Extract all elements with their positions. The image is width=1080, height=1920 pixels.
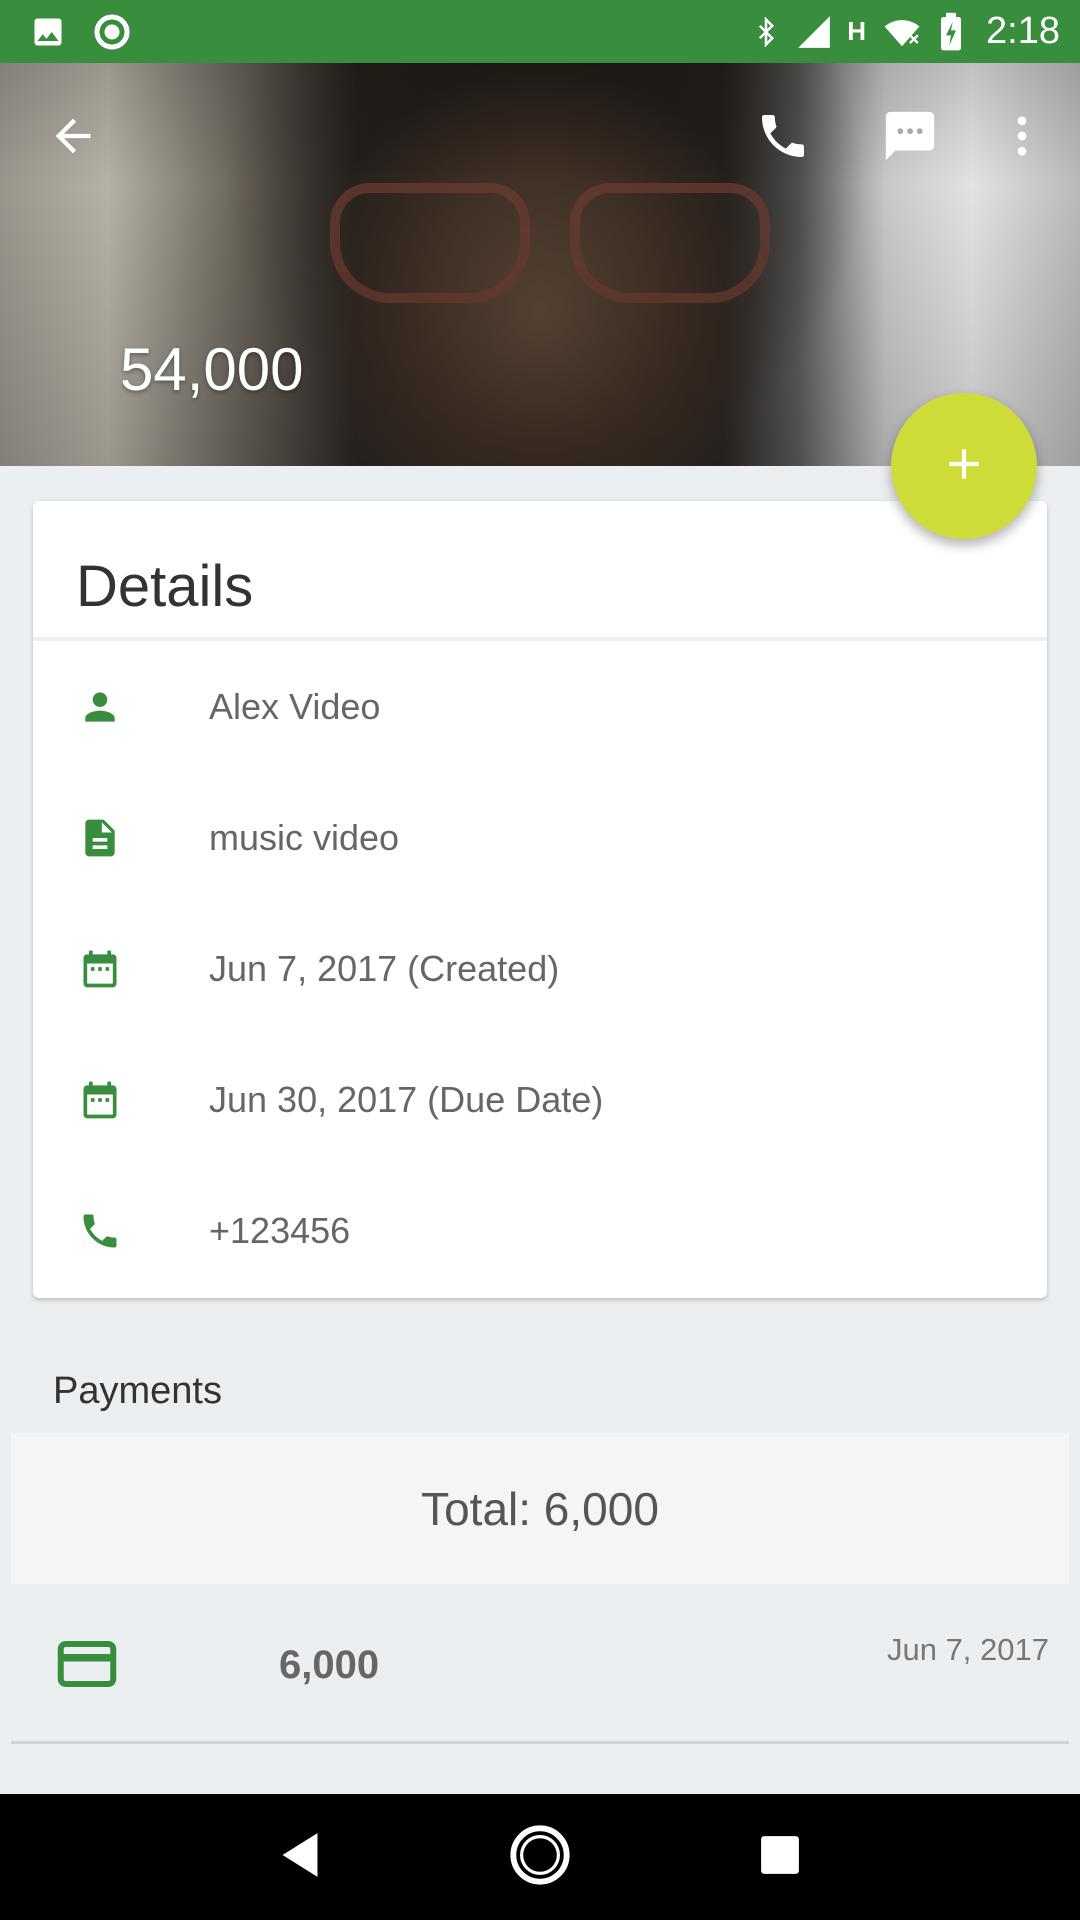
recents-square-icon [759, 1834, 801, 1881]
client-name: Alex Video [209, 685, 381, 727]
document-icon [76, 814, 124, 862]
status-bar: H 2:18 [0, 0, 1080, 63]
more-vert-icon [996, 110, 1048, 167]
nav-recents-button[interactable] [740, 1817, 820, 1897]
details-title: Details [33, 501, 1047, 641]
back-triangle-icon [278, 1831, 322, 1884]
calendar-icon [76, 945, 124, 993]
credit-card-icon [57, 1640, 117, 1693]
home-circle-icon [508, 1823, 572, 1892]
signal-icon [795, 13, 833, 51]
calendar-icon [76, 1076, 124, 1124]
battery-charging-icon [938, 12, 964, 52]
message-button[interactable] [875, 103, 945, 173]
add-payment-fab[interactable] [891, 393, 1037, 539]
details-card: Details Alex Video music video Jun 7, 20… [33, 501, 1047, 1298]
back-arrow-icon [47, 110, 99, 167]
detail-row-client[interactable]: Alex Video [33, 641, 1047, 772]
detail-row-phone[interactable]: +123456 [33, 1165, 1047, 1296]
created-date: Jun 7, 2017 (Created) [209, 947, 560, 989]
call-button[interactable] [748, 103, 818, 173]
network-label: H [847, 16, 867, 46]
status-time: 2:18 [986, 10, 1060, 52]
more-options-button[interactable] [987, 103, 1057, 173]
phone-icon [76, 1207, 124, 1255]
image-icon [30, 14, 66, 50]
total-label: Total: 6,000 [421, 1482, 659, 1535]
nav-home-button[interactable] [500, 1817, 580, 1897]
add-icon [939, 439, 989, 494]
payments-total: Total: 6,000 [11, 1433, 1069, 1584]
due-date: Jun 30, 2017 (Due Date) [209, 1078, 604, 1120]
system-nav-bar [0, 1794, 1080, 1920]
phone-icon [755, 108, 811, 169]
invoice-amount: 54,000 [120, 336, 304, 403]
back-button[interactable] [38, 103, 108, 173]
person-icon [76, 683, 124, 731]
detail-row-created-date[interactable]: Jun 7, 2017 (Created) [33, 903, 1047, 1034]
nav-back-button[interactable] [260, 1817, 340, 1897]
bluetooth-icon [751, 13, 781, 51]
payment-list-item[interactable]: 6,000 Jun 7, 2017 [11, 1584, 1069, 1744]
payment-date: Jun 7, 2017 [886, 1632, 1049, 1667]
payment-amount: 6,000 [279, 1643, 380, 1687]
wifi-icon [880, 13, 924, 51]
message-icon [881, 107, 939, 170]
detail-row-due-date[interactable]: Jun 30, 2017 (Due Date) [33, 1034, 1047, 1165]
contact-photo-header: 54,000 [0, 63, 1080, 466]
invoice-description: music video [209, 816, 400, 858]
detail-row-description[interactable]: music video [33, 772, 1047, 903]
payments-heading: Payments [53, 1370, 222, 1412]
phone-number: +123456 [209, 1209, 351, 1251]
circle-notification-icon [92, 12, 132, 52]
